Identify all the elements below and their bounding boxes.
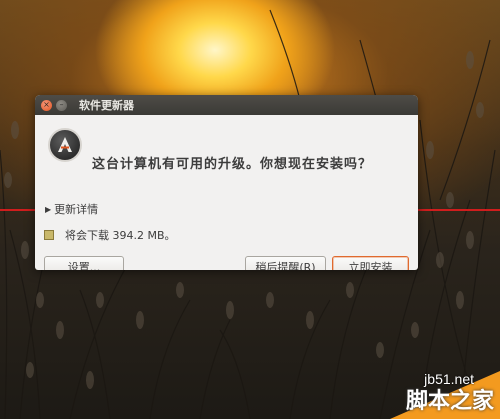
- site-watermark: jb51.net 脚本之家: [360, 359, 500, 419]
- dialog-content: 这台计算机有可用的升级。你想现在安装吗？ ▶ 更新详情 将会下载 394.2 M…: [35, 115, 418, 270]
- download-size-row: 将会下载 394.2 MB。: [44, 227, 176, 243]
- download-icon: [44, 230, 54, 240]
- watermark-name: 脚本之家: [405, 389, 494, 414]
- install-now-button[interactable]: 立即安装: [332, 256, 409, 270]
- settings-button[interactable]: 设置...: [44, 256, 124, 270]
- update-details-expander[interactable]: ▶ 更新详情: [45, 201, 98, 217]
- software-updater-icon: [48, 128, 82, 162]
- triangle-right-icon: ▶: [45, 204, 52, 214]
- software-updater-dialog: × – 软件更新器 这台计算机有可用的升级。你想现在安装吗？ ▶ 更新详情 将会…: [35, 95, 418, 270]
- title-bar[interactable]: × – 软件更新器: [35, 95, 418, 115]
- download-size-text: 将会下载 394.2 MB。: [65, 229, 176, 242]
- window-title: 软件更新器: [79, 99, 134, 112]
- close-icon[interactable]: ×: [41, 99, 52, 111]
- update-details-label: 更新详情: [54, 203, 99, 216]
- upgrade-question: 这台计算机有可用的升级。你想现在安装吗？: [92, 157, 373, 172]
- minimize-icon[interactable]: –: [56, 99, 67, 111]
- remind-later-button[interactable]: 稍后提醒(R): [245, 256, 326, 270]
